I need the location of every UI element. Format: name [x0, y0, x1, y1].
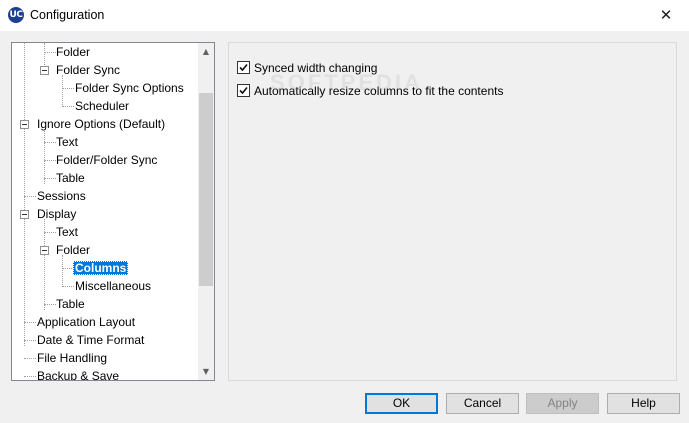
tree-item-display-folder[interactable]: Folder	[54, 241, 92, 259]
scrollbar-thumb[interactable]	[199, 93, 213, 286]
tree-item-sessions[interactable]: Sessions	[35, 187, 88, 205]
tree-item-folder-folder-sync[interactable]: Folder/Folder Sync	[54, 151, 159, 169]
tree-line	[62, 75, 63, 105]
apply-button[interactable]: Apply	[526, 393, 599, 414]
ok-button[interactable]: OK	[365, 393, 438, 414]
synced-width-checkbox[interactable]	[237, 61, 250, 74]
close-button[interactable]: ✕	[643, 0, 689, 31]
auto-resize-checkbox[interactable]	[237, 84, 250, 97]
tree-item-display-text[interactable]: Text	[54, 223, 80, 241]
chevron-down-icon: ▼	[202, 367, 210, 376]
tree-item-table[interactable]: Table	[54, 169, 87, 187]
app-icon: UC	[8, 7, 24, 23]
tree-item-miscellaneous[interactable]: Miscellaneous	[73, 277, 153, 295]
tree-item-backup-save[interactable]: Backup & Save	[35, 367, 121, 380]
cancel-button[interactable]: Cancel	[446, 393, 519, 414]
collapse-toggle-folder[interactable]	[40, 246, 49, 255]
tree-line	[24, 43, 25, 346]
collapse-toggle-folder-sync[interactable]	[40, 66, 49, 75]
watermark: SOFTPEDIA	[270, 70, 423, 95]
scroll-down-button[interactable]: ▼	[198, 363, 214, 380]
tree-item-folder[interactable]: Folder	[54, 43, 92, 61]
tree-item-display-table[interactable]: Table	[54, 295, 87, 313]
window-title: Configuration	[30, 8, 105, 22]
settings-tree[interactable]: Folder Folder Sync Folder Sync Options S…	[11, 42, 215, 381]
tree-item-file-handling[interactable]: File Handling	[35, 349, 109, 367]
scroll-up-button[interactable]: ▲	[198, 43, 214, 60]
tree-item-text[interactable]: Text	[54, 133, 80, 151]
tree-item-folder-sync[interactable]: Folder Sync	[54, 61, 122, 79]
title-bar: UC Configuration ✕	[0, 0, 689, 31]
tree-content: Folder Folder Sync Folder Sync Options S…	[12, 43, 199, 380]
tree-item-folder-sync-options[interactable]: Folder Sync Options	[73, 79, 186, 97]
help-button[interactable]: Help	[607, 393, 680, 414]
tree-item-display[interactable]: Display	[35, 205, 78, 223]
tree-item-date-time-format[interactable]: Date & Time Format	[35, 331, 146, 349]
tree-item-application-layout[interactable]: Application Layout	[35, 313, 137, 331]
close-icon: ✕	[659, 6, 673, 24]
chevron-up-icon: ▲	[202, 47, 210, 56]
collapse-toggle-display[interactable]	[20, 210, 29, 219]
tree-scrollbar[interactable]: ▲ ▼	[198, 43, 214, 380]
tree-line	[44, 129, 45, 184]
tree-item-scheduler[interactable]: Scheduler	[73, 97, 131, 115]
collapse-toggle-ignore-options[interactable]	[20, 120, 29, 129]
tree-item-columns[interactable]: Columns	[73, 259, 129, 277]
tree-line	[62, 255, 63, 285]
tree-item-ignore-options[interactable]: Ignore Options (Default)	[35, 115, 167, 133]
